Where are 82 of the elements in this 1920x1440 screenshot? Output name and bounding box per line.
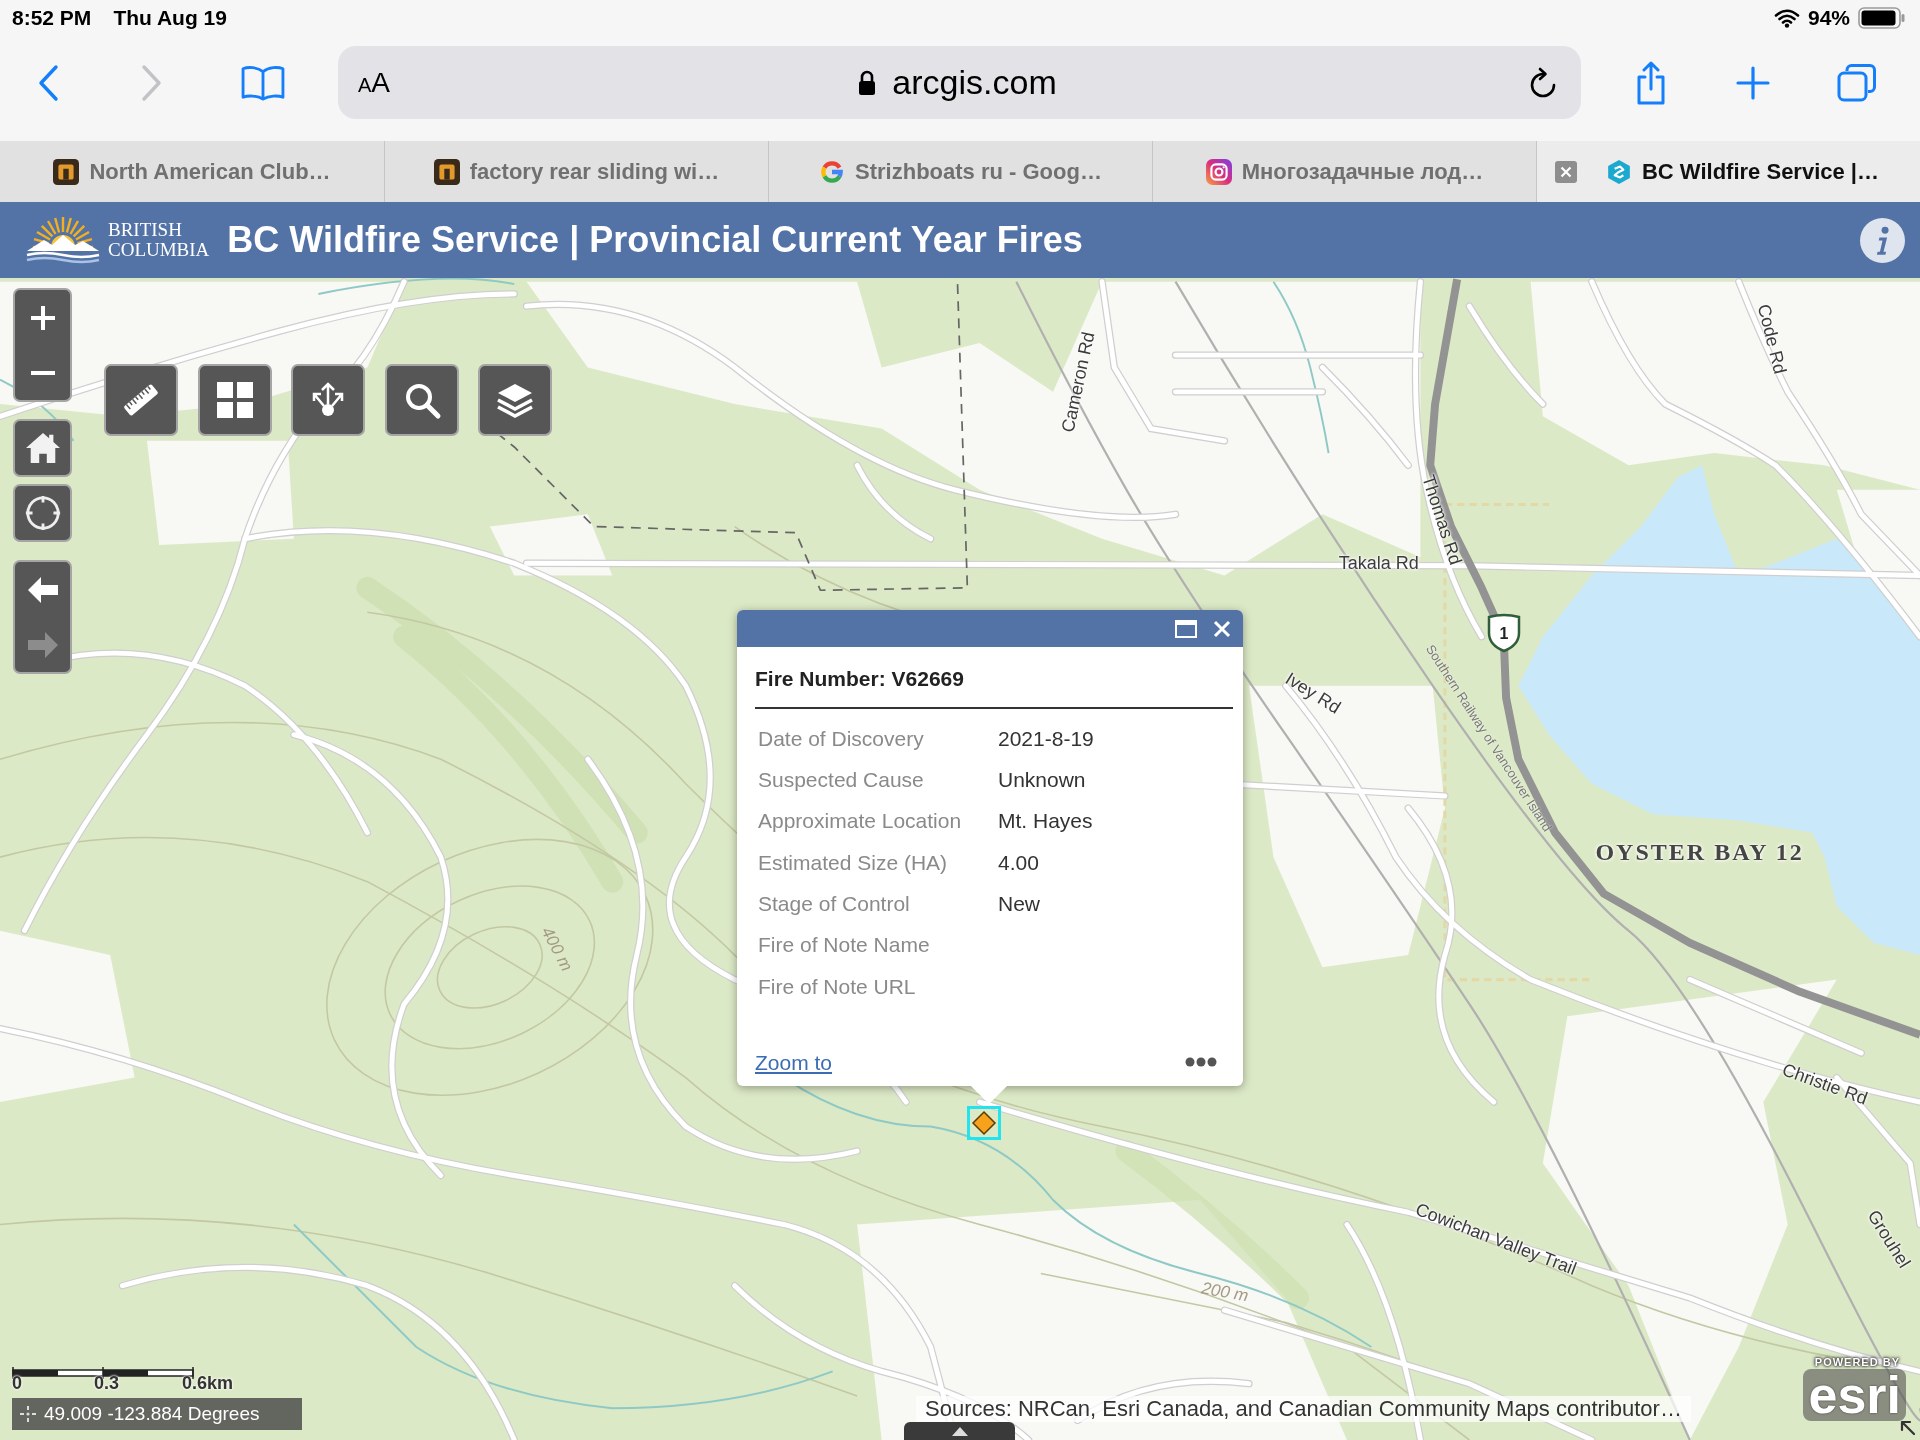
field-value: Mt. Hayes bbox=[998, 808, 1093, 835]
ring-icon bbox=[819, 158, 846, 185]
url-text: arcgis.com bbox=[892, 62, 1057, 103]
basemap-button[interactable] bbox=[197, 364, 272, 436]
browser-tab[interactable]: North American Club… bbox=[0, 141, 384, 202]
wifi-icon bbox=[1773, 8, 1800, 28]
previous-extent-button[interactable] bbox=[13, 560, 72, 617]
close-icon bbox=[1213, 619, 1231, 638]
diamond-marker-icon[interactable] bbox=[967, 1106, 1001, 1140]
elevation-label: 200 m bbox=[1199, 1279, 1250, 1305]
app-title: BC Wildfire Service | Provincial Current Year Fires bbox=[227, 218, 1083, 263]
field-label: Stage of Control bbox=[758, 891, 911, 918]
tile-icon bbox=[53, 158, 80, 185]
attribution-toggle[interactable] bbox=[904, 1422, 1015, 1440]
field-value: 4.00 bbox=[998, 849, 1039, 876]
measure-button[interactable] bbox=[104, 364, 178, 436]
attribution-text: Sources: NRCan, Esri Canada, and Canadian Community Maps contributor… bbox=[916, 1396, 1691, 1422]
close-icon bbox=[1555, 160, 1577, 183]
elevation-label: 400 m bbox=[538, 924, 576, 974]
info-icon bbox=[1860, 217, 1905, 263]
road-label: Thomas Rd bbox=[1419, 473, 1466, 568]
road-label: Christie Rd bbox=[1779, 1060, 1870, 1108]
layers-button[interactable] bbox=[478, 364, 552, 436]
browser-tab[interactable]: BC Wildfire Service |… bbox=[1536, 141, 1920, 202]
zoom-in-button[interactable] bbox=[13, 288, 72, 345]
hexagon-icon bbox=[1606, 158, 1632, 185]
road-label: Takala Rd bbox=[1338, 554, 1419, 573]
field-label: Fire of Note URL bbox=[758, 973, 917, 1000]
logo-wordmark: BRITISH COLUMBIA bbox=[108, 220, 210, 260]
field-label: Approximate Location bbox=[758, 808, 963, 835]
field-label: Date of Discovery bbox=[758, 725, 925, 752]
esri-logo: esri bbox=[1803, 1369, 1906, 1421]
close-button[interactable] bbox=[1213, 619, 1231, 638]
locate-icon bbox=[23, 494, 62, 532]
field-value: New bbox=[998, 891, 1040, 918]
coordinates-text: 49.009 -123.884 Degrees bbox=[44, 1401, 260, 1426]
battery-icon bbox=[1858, 7, 1906, 29]
more-icon bbox=[1185, 1057, 1217, 1068]
reload-icon bbox=[1528, 65, 1558, 100]
corner-arrow-icon bbox=[1899, 1419, 1917, 1437]
caret-up-icon bbox=[951, 1426, 968, 1436]
maximize-button[interactable] bbox=[1175, 619, 1197, 638]
status-date: Thu Aug 19 bbox=[113, 5, 227, 32]
text-size-button[interactable]: AA bbox=[354, 68, 395, 97]
home-button[interactable] bbox=[13, 419, 72, 477]
grid-icon bbox=[214, 380, 255, 420]
crosshair-icon bbox=[20, 1406, 36, 1422]
tile-icon bbox=[433, 158, 460, 185]
field-value: 2021-8-19 bbox=[998, 725, 1094, 752]
lock-icon bbox=[858, 69, 877, 96]
address-bar[interactable]: AA arcgis.com bbox=[338, 46, 1581, 119]
search-button[interactable] bbox=[384, 364, 459, 436]
camera-icon bbox=[1205, 158, 1232, 185]
road-label: Code Rd bbox=[1754, 302, 1790, 376]
locate-button[interactable] bbox=[13, 484, 72, 542]
status-time: 8:52 PM bbox=[12, 5, 92, 32]
left-arrow-icon bbox=[27, 576, 58, 603]
field-label: Suspected Cause bbox=[758, 767, 925, 794]
maximize-icon bbox=[1175, 619, 1197, 638]
scale-label: 0 bbox=[12, 1374, 22, 1392]
battery-percent: 94% bbox=[1807, 5, 1850, 32]
plus-icon bbox=[1736, 65, 1770, 100]
info-button[interactable] bbox=[1860, 217, 1905, 263]
tabs-icon bbox=[1837, 62, 1877, 103]
route-shield: 1 bbox=[1486, 613, 1522, 653]
zoom-out-button[interactable] bbox=[13, 345, 72, 402]
field-label: Estimated Size (HA) bbox=[758, 849, 949, 876]
powered-by-text: POWERED BY bbox=[1814, 1356, 1900, 1369]
place-label: OYSTER BAY 12 bbox=[1595, 840, 1804, 865]
zoom-to-link[interactable]: Zoom to bbox=[755, 1046, 833, 1078]
scale-label: 0.3 bbox=[94, 1374, 120, 1392]
road-label: Ivey Rd bbox=[1282, 669, 1344, 717]
scale-label: 0.6km bbox=[182, 1374, 234, 1392]
road-label: Cameron Rd bbox=[1058, 330, 1097, 434]
sunrise-logo-icon bbox=[24, 215, 102, 265]
close-tab-button[interactable] bbox=[1555, 160, 1577, 183]
field-label: Fire of Note Name bbox=[758, 932, 931, 959]
popup-title: Fire Number: V62669 bbox=[755, 666, 965, 692]
share-map-button[interactable] bbox=[291, 364, 365, 436]
field-value: Unknown bbox=[998, 767, 1086, 794]
right-arrow-icon bbox=[27, 631, 58, 658]
book-icon bbox=[240, 63, 286, 102]
